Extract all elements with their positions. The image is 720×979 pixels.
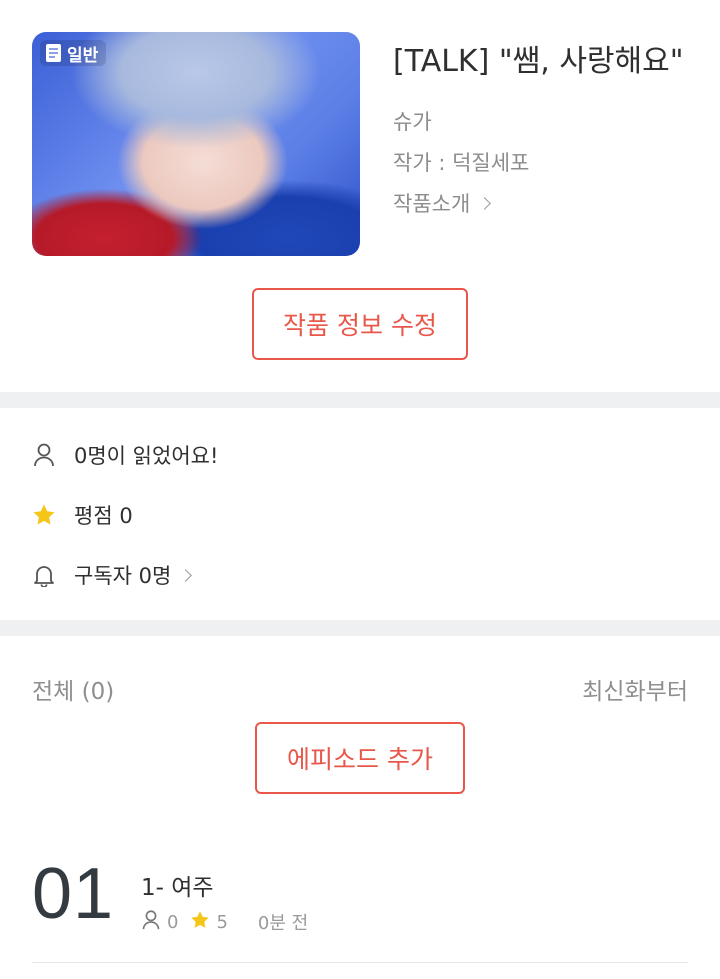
work-intro-label: 작품소개 [393,192,471,216]
work-genre: 슈가 [393,110,432,134]
episode-meta: 0 5 0분 전 [141,909,308,935]
subscribers-count: 구독자 0명 [74,564,172,588]
star-icon [190,910,210,935]
readers-stat: 0명이 읽었어요! [32,440,218,470]
episode-views: 0 [167,911,179,933]
document-icon [46,44,61,62]
work-author: 작가 : 덕질세포 [393,151,530,175]
subscribers-stat[interactable]: 구독자 0명 [32,560,193,590]
add-episode-button[interactable]: 에피소드 추가 [255,722,465,794]
readers-count: 0명이 읽었어요! [74,444,219,468]
section-divider [0,392,720,408]
rating-value: 평점 0 [74,504,133,528]
episode-title: 1- 여주 [141,875,214,901]
episode-time: 0분 전 [257,913,309,934]
bell-icon [32,563,56,587]
row-divider [32,962,688,963]
person-icon [32,443,56,467]
chevron-right-icon [179,568,193,582]
episode-number: 01 [32,854,115,934]
work-title: [TALK] "쌤, 사랑해요" [393,44,684,79]
cover-image[interactable]: 일반 [32,32,360,256]
work-intro-link[interactable]: 작품소개 [393,188,492,218]
category-badge: 일반 [40,40,107,66]
episode-total: 전체 (0) [32,679,115,705]
rating-stat: 평점 0 [32,500,133,530]
person-icon [141,909,161,935]
star-icon [32,503,56,527]
chevron-right-icon [478,196,492,210]
section-divider [0,620,720,636]
edit-work-info-button[interactable]: 작품 정보 수정 [252,288,468,360]
category-badge-label: 일반 [67,45,99,66]
episode-rating: 5 [216,911,228,933]
sort-order-toggle[interactable]: 최신화부터 [582,672,688,706]
